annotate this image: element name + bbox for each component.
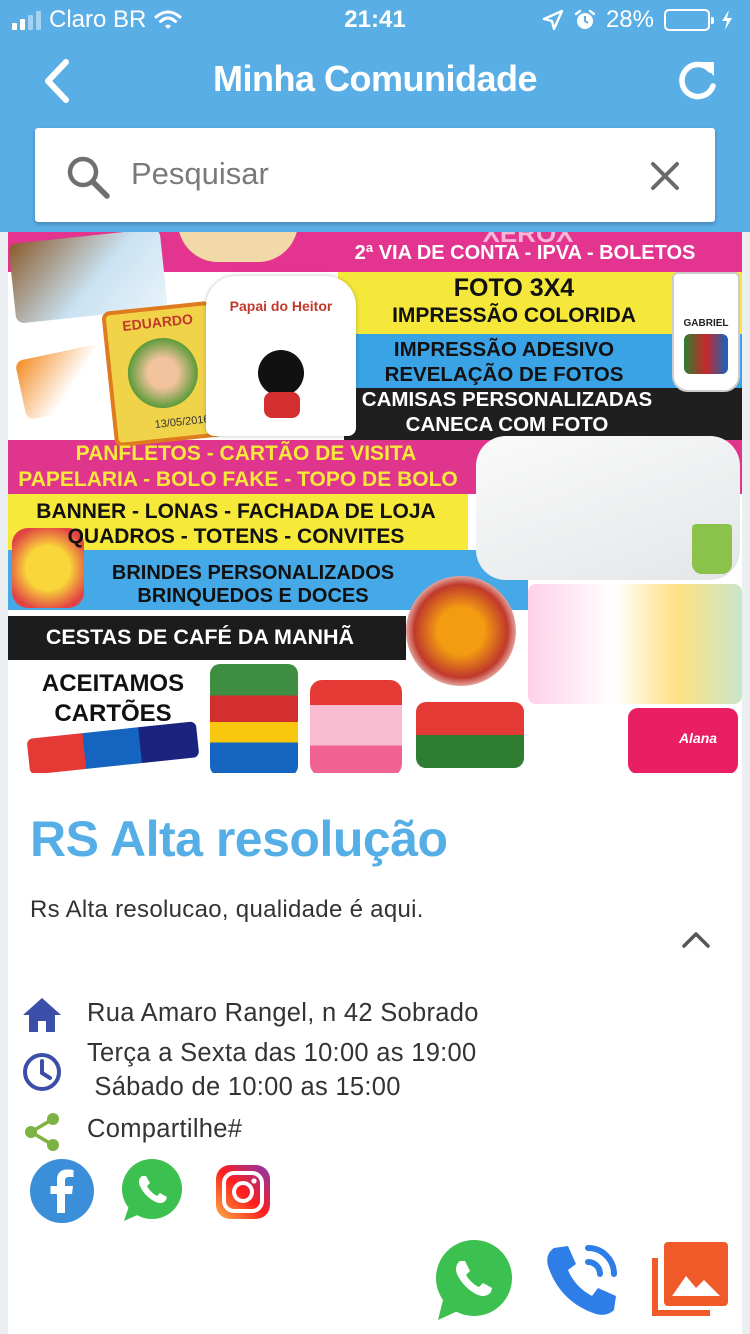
hours-line-weekdays: Terça a Sexta das 10:00 as 19:00 [87, 1039, 477, 1067]
banner-line-banner: BANNER - LONAS - FACHADA DE LOJA [36, 500, 436, 523]
search-icon [67, 156, 110, 199]
status-bar: Claro BR 21:41 28% [0, 0, 750, 40]
banner-line-panfletos: PANFLETOS - CARTÃO DE VISITA [75, 442, 417, 465]
banner-line-brindes: BRINDES PERSONALIZADOS [111, 562, 395, 584]
hulk-cake-image [210, 664, 298, 773]
facebook-button[interactable] [28, 1157, 96, 1225]
app-header: Claro BR 21:41 28% Minha Comunidade Pesq… [0, 0, 750, 232]
green-cup-image [692, 524, 732, 574]
frame-name-label: EDUARDO [121, 310, 194, 334]
clock-icon [23, 1053, 61, 1091]
banner-line-foto: FOTO 3X4 [453, 274, 575, 302]
gift-basket-image [406, 576, 516, 686]
home-icon [23, 998, 61, 1032]
instagram-button[interactable] [208, 1157, 276, 1225]
address-row[interactable]: Rua Amaro Rangel, n 42 Sobrado [20, 994, 479, 1038]
banner-line-cartoes: CARTÕES [54, 700, 172, 727]
business-cards-image [14, 343, 112, 421]
banner-line-via: 2ª VIA DE CONTA - IPVA - BOLETOS [354, 242, 696, 264]
whatsapp-share-button[interactable] [118, 1157, 186, 1225]
page-title: Minha Comunidade [213, 58, 538, 99]
business-banner-image[interactable]: EDUARDO 13/05/2016 Papai do Heitor GABRI… [8, 232, 742, 773]
banner-line-camisas: CAMISAS PERSONALIZADAS [361, 388, 653, 411]
toy-truck-image [416, 702, 524, 768]
gallery-button[interactable] [644, 1234, 734, 1324]
tshirt-print-label: Papai do Heitor [229, 298, 333, 314]
whatsapp-contact-button[interactable] [428, 1234, 518, 1324]
search-bar [35, 128, 715, 222]
share-label: Compartilhe# [87, 1115, 243, 1143]
hours-line-saturday: Sábado de 10:00 as 15:00 [87, 1073, 401, 1101]
alarm-icon [574, 9, 596, 29]
business-description: Rs Alta resolucao, qualidade é aqui. [30, 896, 424, 923]
business-name: RS Alta resolução [30, 811, 448, 867]
banner-line-adesivo: IMPRESSÃO ADESIVO [393, 338, 615, 361]
search-input[interactable] [131, 144, 631, 204]
address-text: Rua Amaro Rangel, n 42 Sobrado [87, 999, 479, 1027]
tshirt-character [258, 350, 304, 396]
chevron-up-icon[interactable] [680, 928, 712, 952]
banner-line-papelaria: PAPELARIA - BOLO FAKE - TOPO DE BOLO [18, 468, 458, 491]
banner-line-revelacao: REVELAÇÃO DE FOTOS [384, 363, 624, 386]
hours-row: Terça a Sexta das 10:00 as 19:00 Sábado … [20, 1036, 477, 1104]
share-row[interactable]: Compartilhe# [20, 1110, 242, 1154]
clear-search-button[interactable] [645, 156, 685, 196]
banner-line-cestas: CESTAS DE CAFÉ DA MANHÃ [45, 625, 355, 649]
banner-line-quadros: QUADROS - TOTENS - CONVITES [67, 525, 405, 548]
banner-line-aceitamos: ACEITAMOS [41, 670, 185, 697]
location-arrow-icon [542, 9, 564, 31]
mug-heroes [684, 334, 728, 374]
charging-icon [722, 10, 732, 30]
pink-cake-image [310, 680, 402, 773]
hours-text: Terça a Sexta das 10:00 as 19:00 Sábado … [87, 1036, 477, 1104]
refresh-button[interactable] [672, 56, 722, 106]
battery-percent: 28% [605, 6, 654, 33]
party-favors-image [528, 584, 742, 704]
business-card[interactable]: EDUARDO 13/05/2016 Papai do Heitor GABRI… [8, 232, 742, 1334]
bag-name-label: Alana [678, 730, 718, 746]
tshirt-character-body [264, 392, 300, 418]
banner-line-caneca: CANECA COM FOTO [405, 413, 609, 436]
phone-call-button[interactable] [538, 1234, 628, 1324]
card-logos-image [26, 721, 200, 773]
character-bag-image: Alana [628, 708, 738, 773]
frame-photo [124, 334, 202, 412]
share-icon [25, 1113, 59, 1151]
tshirt-image: Papai do Heitor [206, 276, 356, 436]
banner-line-brinquedos: BRINQUEDOS E DOCES [137, 585, 369, 607]
banner-line-impressao-colorida: IMPRESSÃO COLORIDA [392, 304, 636, 327]
battery-icon [664, 9, 714, 31]
status-right: 28% [542, 6, 734, 34]
